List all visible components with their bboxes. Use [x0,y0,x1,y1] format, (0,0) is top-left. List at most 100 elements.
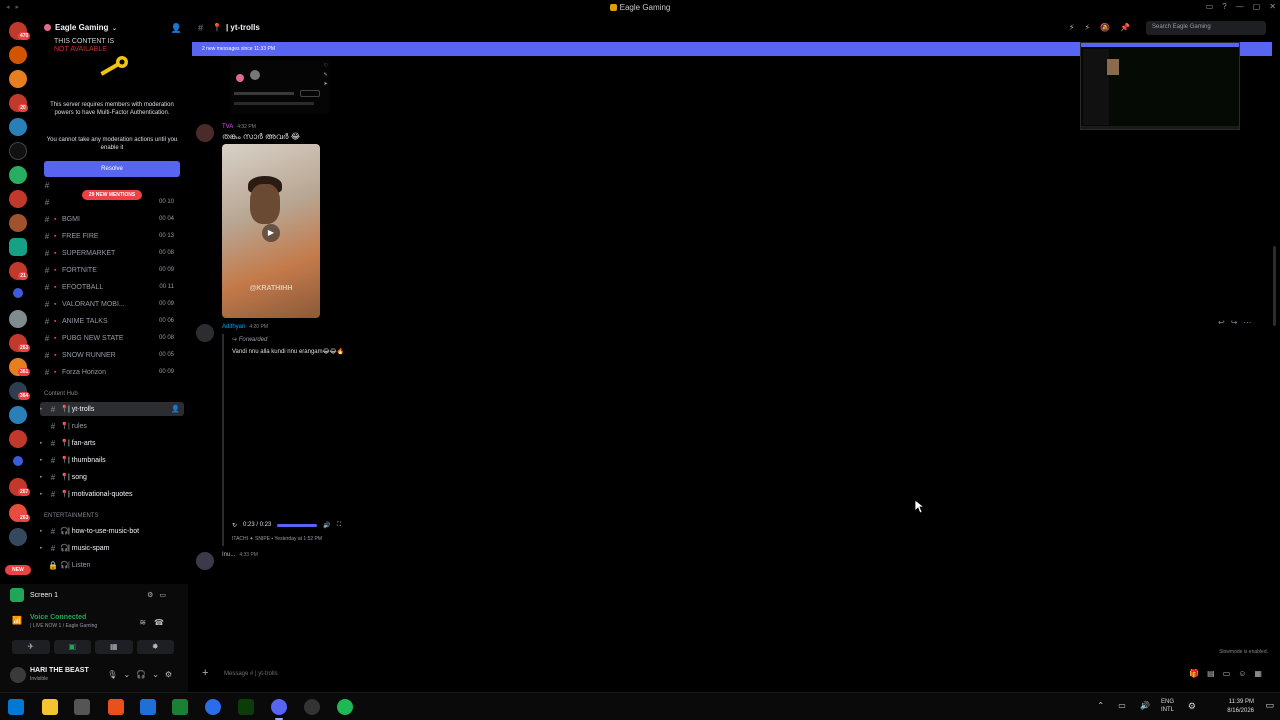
server-icon-16[interactable] [9,406,27,424]
progress-bar[interactable] [277,523,318,527]
channel-item-anime-talks[interactable]: # ▪ ANIME TALKS 00 06 [40,314,184,328]
author-name[interactable]: Inu... [222,552,235,558]
server-icon-3[interactable] [9,70,27,88]
category-content-hub[interactable]: Content Hub [44,391,78,397]
replay-icon[interactable]: ↻ [232,522,237,529]
video-attachment[interactable]: ▶ @KRATHIHH [222,144,320,318]
nvidia-icon[interactable] [238,699,254,715]
server-icon-2[interactable] [9,46,27,64]
screen-share-row[interactable]: Screen 1 ⚙▭ [10,588,178,602]
scrollbar[interactable] [1273,246,1276,326]
message-composer[interactable]: + Message # | yt-trolls 🎁▤▭☺▦ [192,663,1276,685]
minimize-button[interactable]: — [1236,2,1244,11]
channel-item-music-spam[interactable]: ▸ # 🎧 | music-spam [40,541,184,555]
app-icon[interactable] [304,699,320,715]
spotify-icon[interactable] [337,699,353,715]
server-icon-17[interactable] [9,430,27,448]
tray-icons[interactable]: ⌃ ▭ 🔊 [1097,701,1156,710]
soundboard-button[interactable]: ✸ [136,640,174,654]
avatar[interactable] [10,667,26,683]
resolve-button[interactable]: Resolve [44,161,180,177]
channel-item-free-fire[interactable]: # ▪ FREE FIRE 00 13 [40,229,184,243]
channel-item-fortnite[interactable]: # ▪ FORTNITE 00 09 [40,263,184,277]
forward-source[interactable]: ITACHI ✦ SNIPE • Yesterday at 1:52 PM [232,536,322,542]
settings-icon[interactable]: ⚙ [1188,701,1196,712]
server-icon-eagle-gaming[interactable] [9,238,27,256]
channel-item-bgmi[interactable]: # ▪ BGMI 00 04 [40,212,184,226]
channel-item-how-to-use-music-bot[interactable]: ▸ # 🎧 | how-to-use-music-bot [40,524,184,538]
monitor-app-icon[interactable] [140,699,156,715]
chat-main: # 📍 | yt-trolls ⚡⚡🔕📌 Search Eagle Gaming … [188,16,1280,692]
server-icon-7[interactable] [9,166,27,184]
screen-share-button[interactable]: ▣ [53,640,91,654]
channel-item-supermarket[interactable]: # ▪ SUPERMARKET 00 08 [40,246,184,260]
avatar[interactable] [196,124,214,142]
channel-item-rules[interactable]: # 📍 | rules [40,419,184,433]
message-author[interactable]: Inu... 4:33 PM [222,552,258,558]
volume-icon[interactable]: 🔊 [323,522,330,529]
screen-controls[interactable]: ⚙▭ [147,591,172,599]
input-language[interactable]: ENG INTL [1161,698,1174,714]
server-icon-8[interactable] [9,190,27,208]
channel-item-thumbnails[interactable]: ▸ # 📍 | thumbnails [40,453,184,467]
add-member-icon[interactable]: 👤 [171,405,180,413]
channel-item-fan-arts[interactable]: ▸ # 📍 | fan-arts [40,436,184,450]
camera-off-button[interactable]: ✈ [12,640,50,654]
channel-item-yt-trolls[interactable]: ▸ # 📍 | yt-trolls 👤 [40,402,184,416]
channel-item-listen[interactable]: 🔒 🎧 | Listen [40,558,184,572]
brave-browser-icon[interactable] [108,699,124,715]
server-header[interactable]: Eagle Gaming ⌄ 👤 [44,23,184,35]
server-icon-11[interactable] [13,288,23,298]
search-input[interactable]: Search Eagle Gaming [1146,21,1266,35]
channel-item-song[interactable]: ▸ # 📍 | song [40,470,184,484]
screen-share-preview[interactable] [1080,42,1240,130]
channel-item-valorant[interactable]: # ▪ VALORANT MOBI... 00 09 [40,297,184,311]
message-author[interactable]: Adithyan 4:20 PM [222,324,268,330]
user-name[interactable]: HARI THE BEAST [30,667,89,674]
close-button[interactable]: ✕ [1269,2,1276,11]
channel-item-snow-runner[interactable]: # ▪ SNOW RUNNER 00 05 [40,348,184,362]
browser-icon[interactable] [205,699,221,715]
user-controls[interactable]: 🎙⌄🎧⌄⚙ [107,670,178,679]
fullscreen-icon[interactable]: ⛶ [337,522,341,529]
notification-icon[interactable]: ▭ [1265,700,1274,711]
help-icon[interactable]: ? [1222,2,1226,11]
avatar[interactable] [196,324,214,342]
server-icon-12[interactable] [9,310,27,328]
invite-icon[interactable]: 👤 [171,23,182,34]
terminal-icon[interactable] [172,699,188,715]
new-unreads-pill[interactable]: NEW [5,565,31,575]
follow-button[interactable] [300,90,320,97]
inbox-icon[interactable]: ▭ [1206,2,1214,11]
embed-action-icons[interactable]: ♡ ✎ ➤ [324,62,328,89]
server-icon-5[interactable] [9,118,27,136]
server-icon-6[interactable] [9,142,27,160]
channel-item-pubg-new-state[interactable]: # ▪ PUBG NEW STATE 00 08 [40,331,184,345]
server-icon-21[interactable] [9,528,27,546]
voice-actions[interactable]: ≋☎ [139,618,172,627]
message-hover-actions[interactable]: ↩↪⋯ [1218,318,1257,327]
server-icon-18[interactable] [13,456,23,466]
category-entertainments[interactable]: ENTERTAINMENTS [44,513,98,519]
maximize-button[interactable]: ▢ [1253,2,1261,11]
server-icon-9[interactable] [9,214,27,232]
channel-item-forza-horizon[interactable]: # ▪ Forza Horizon 00 09 [40,365,184,379]
add-attachment-icon[interactable]: + [202,667,208,679]
author-name[interactable]: TVA [222,124,233,130]
discord-icon[interactable] [271,699,287,715]
composer-placeholder[interactable]: Message # | yt-trolls [224,671,278,677]
clock[interactable]: 11:39 PM 8/16/2026 [1227,698,1254,716]
new-mentions-pill[interactable]: 29 NEW MENTIONS [82,190,142,200]
avatar[interactable] [196,552,214,570]
header-icons[interactable]: ⚡⚡🔕📌 [1069,23,1140,32]
play-icon[interactable]: ▶ [262,224,280,242]
activities-button[interactable]: ▦ [95,640,133,654]
author-name[interactable]: Adithyan [222,324,245,330]
message-author[interactable]: TVA 4:32 PM [222,124,256,130]
file-explorer-icon[interactable] [42,699,58,715]
channel-item-efootball[interactable]: # ▪ EFOOTBALL 00 11 [40,280,184,294]
start-icon[interactable] [8,699,24,715]
composer-icons[interactable]: 🎁▤▭☺▦ [1189,669,1270,678]
app-icon[interactable] [74,699,90,715]
channel-item-motivational-quotes[interactable]: ▸ # 📍 | motivational-quotes [40,487,184,501]
